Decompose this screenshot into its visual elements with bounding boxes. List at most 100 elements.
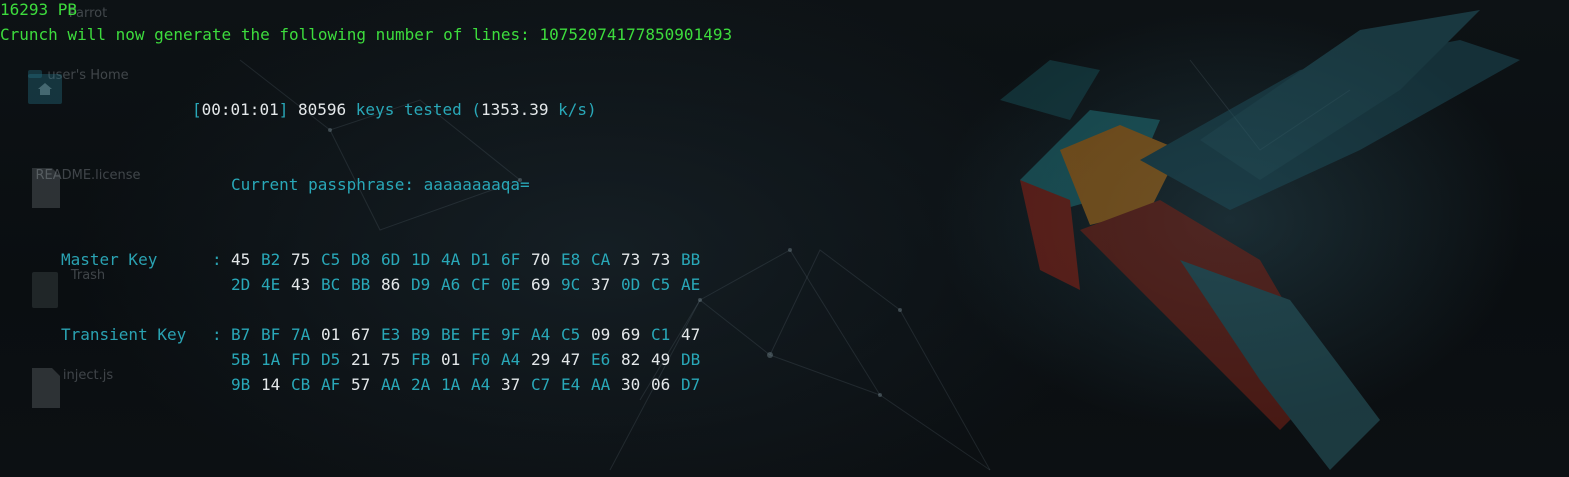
rate-value: 1353.39 xyxy=(481,100,549,119)
hex-byte: 70 xyxy=(531,250,551,269)
hex-byte: 7A xyxy=(291,325,311,344)
hex-byte: 75 xyxy=(291,250,311,269)
hex-byte: 0D xyxy=(621,275,641,294)
hex-byte: 1D xyxy=(411,250,431,269)
hex-byte: 69 xyxy=(531,275,551,294)
hex-byte: 5B xyxy=(231,350,251,369)
hex-byte: 06 xyxy=(651,375,671,394)
hex-byte: 37 xyxy=(501,375,521,394)
hex-byte: BC xyxy=(321,275,341,294)
hex-byte: BF xyxy=(261,325,281,344)
rate-unit: k/s) xyxy=(558,100,597,119)
hex-byte: A4 xyxy=(471,375,491,394)
passphrase-label: Current passphrase: xyxy=(231,175,415,194)
hex-byte: AE xyxy=(681,275,701,294)
hex-byte: A4 xyxy=(501,350,521,369)
master-key-row: 2D 4E 43 BC BB 86 D9 A6 CF 0E 69 9C 37 0D C5 AE xyxy=(231,272,711,297)
hex-byte: 47 xyxy=(561,350,581,369)
passphrase-value: aaaaaaaaqa= xyxy=(423,175,530,194)
transient-key-separator: : xyxy=(212,325,222,344)
hex-byte: 75 xyxy=(381,350,401,369)
keys-text: keys tested ( xyxy=(355,100,482,119)
hex-byte: 57 xyxy=(351,375,371,394)
hex-byte: FE xyxy=(471,325,491,344)
master-key-separator: : xyxy=(212,250,222,269)
hex-byte: 6F xyxy=(501,250,521,269)
hex-byte: CB xyxy=(291,375,311,394)
hex-byte: 82 xyxy=(621,350,641,369)
hex-byte: CF xyxy=(471,275,491,294)
hex-byte: 9F xyxy=(501,325,521,344)
status-line: [00:01:01] 80596 keys tested (1353.39 k/… xyxy=(192,97,597,122)
hex-byte: D1 xyxy=(471,250,491,269)
hex-byte: 2A xyxy=(411,375,431,394)
hex-byte: 09 xyxy=(591,325,611,344)
hex-byte: 9B xyxy=(231,375,251,394)
hex-byte: D5 xyxy=(321,350,341,369)
master-key-label: Master Key xyxy=(61,250,158,269)
hex-byte: AA xyxy=(591,375,611,394)
hex-byte: 4E xyxy=(261,275,281,294)
hex-byte: 2D xyxy=(231,275,251,294)
hex-byte: D9 xyxy=(411,275,431,294)
crunch-line: Crunch will now generate the following n… xyxy=(0,25,733,44)
elapsed-bracket-open: [ xyxy=(192,100,202,119)
hex-byte: B9 xyxy=(411,325,431,344)
hex-byte: A4 xyxy=(531,325,551,344)
transient-key-row: 9B 14 CB AF 57 AA 2A 1A A4 37 C7 E4 AA 30 06 D7 xyxy=(231,372,711,397)
hex-byte: AF xyxy=(321,375,341,394)
hex-byte: E8 xyxy=(561,250,581,269)
hex-byte: FB xyxy=(411,350,431,369)
hex-byte: D8 xyxy=(351,250,371,269)
hex-byte: 1A xyxy=(261,350,281,369)
hex-byte: BB xyxy=(681,250,701,269)
hex-byte: 21 xyxy=(351,350,371,369)
terminal-output[interactable]: 16293 PB Crunch will now generate the fo… xyxy=(0,0,1569,477)
hex-byte: 9C xyxy=(561,275,581,294)
hex-byte: 01 xyxy=(321,325,341,344)
hex-byte: C7 xyxy=(531,375,551,394)
size-line: 16293 PB xyxy=(0,0,78,19)
hex-byte: C5 xyxy=(561,325,581,344)
keys-count: 80596 xyxy=(297,100,347,119)
hex-byte: 45 xyxy=(231,250,251,269)
hex-byte: FD xyxy=(291,350,311,369)
hex-byte: F0 xyxy=(471,350,491,369)
hex-byte: 43 xyxy=(291,275,311,294)
hex-byte: E4 xyxy=(561,375,581,394)
hex-byte: B2 xyxy=(261,250,281,269)
hex-byte: CA xyxy=(591,250,611,269)
hex-byte: C5 xyxy=(321,250,341,269)
elapsed-time: 00:01:01 xyxy=(201,100,279,119)
hex-byte: 6D xyxy=(381,250,401,269)
hex-byte: DB xyxy=(681,350,701,369)
hex-byte: 49 xyxy=(651,350,671,369)
hex-byte: 14 xyxy=(261,375,281,394)
master-key-row: 45 B2 75 C5 D8 6D 1D 4A D1 6F 70 E8 CA 73 73 BB xyxy=(231,247,711,272)
hex-byte: E3 xyxy=(381,325,401,344)
hex-byte: 73 xyxy=(651,250,671,269)
hex-byte: C5 xyxy=(651,275,671,294)
transient-key-row: 5B 1A FD D5 21 75 FB 01 F0 A4 29 47 E6 82 49 DB xyxy=(231,347,711,372)
hex-byte: BB xyxy=(351,275,371,294)
hex-byte: A6 xyxy=(441,275,461,294)
hex-byte: 37 xyxy=(591,275,611,294)
hex-byte: B7 xyxy=(231,325,251,344)
hex-byte: 01 xyxy=(441,350,461,369)
hex-byte: 73 xyxy=(621,250,641,269)
elapsed-bracket-close: ] xyxy=(278,100,289,119)
hex-byte: C1 xyxy=(651,325,671,344)
transient-key-row: B7 BF 7A 01 67 E3 B9 BE FE 9F A4 C5 09 69 C1 47 xyxy=(231,322,711,347)
hex-byte: BE xyxy=(441,325,461,344)
hex-byte: 86 xyxy=(381,275,401,294)
hex-byte: 69 xyxy=(621,325,641,344)
hex-byte: D7 xyxy=(681,375,701,394)
hex-byte: E6 xyxy=(591,350,611,369)
hex-byte: 0E xyxy=(501,275,521,294)
hex-byte: 67 xyxy=(351,325,371,344)
hex-byte: 1A xyxy=(441,375,461,394)
hex-byte: AA xyxy=(381,375,401,394)
transient-key-label: Transient Key xyxy=(61,325,187,344)
hex-byte: 30 xyxy=(621,375,641,394)
passphrase-line: Current passphrase: aaaaaaaaqa= xyxy=(231,172,530,197)
